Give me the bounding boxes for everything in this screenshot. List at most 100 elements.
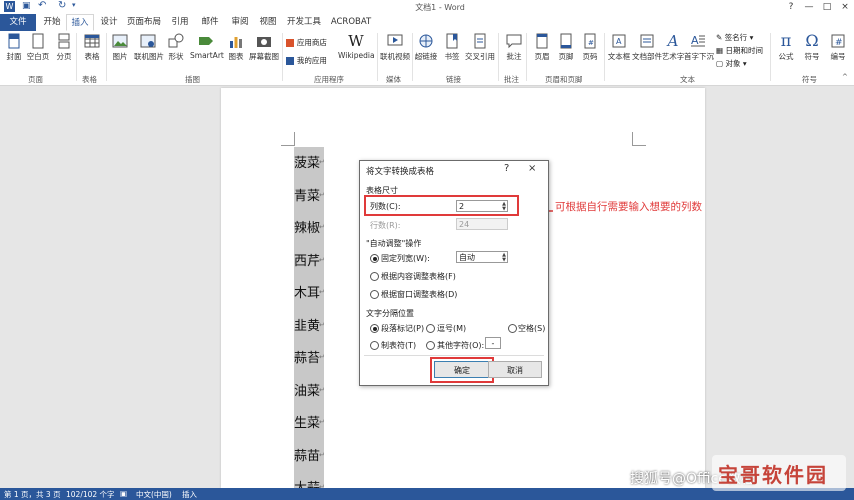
equation-button[interactable]: π 公式: [772, 31, 800, 62]
store-button[interactable]: 应用商店: [286, 37, 327, 48]
cancel-button[interactable]: 取消: [488, 361, 542, 378]
textbox-icon: A: [612, 34, 626, 48]
sep-comma-radio[interactable]: [426, 324, 435, 333]
wikipedia-button[interactable]: W Wikipedia: [338, 31, 375, 60]
close-window-button[interactable]: ×: [838, 1, 852, 13]
spin-down-icon[interactable]: ▼: [502, 207, 506, 212]
sep-paragraph-radio[interactable]: [370, 324, 379, 333]
word-count[interactable]: 102/102 个字: [66, 489, 115, 500]
table-button[interactable]: 表格: [78, 31, 106, 62]
proofing-icon[interactable]: ▣: [120, 489, 127, 498]
shapes-button[interactable]: 形状: [162, 31, 190, 62]
ok-button[interactable]: 确定: [434, 361, 490, 378]
collapse-ribbon-icon[interactable]: ^: [842, 73, 848, 81]
sep-other-input[interactable]: -: [485, 337, 501, 349]
redo-icon[interactable]: ↻: [58, 0, 66, 11]
fixed-width-label: 固定列宽(W):: [381, 254, 430, 263]
tab-mailings[interactable]: 邮件: [196, 14, 224, 31]
number-button[interactable]: # 编号: [824, 31, 852, 62]
sep-comma-label: 逗号(M): [437, 324, 467, 333]
paragraph-mark-icon: ↵: [319, 255, 325, 264]
drop-cap-label: 首字下沉: [684, 52, 714, 61]
group-label-links: 链接: [446, 75, 461, 84]
wordart-button[interactable]: A 艺术字: [660, 31, 686, 62]
textbox-button[interactable]: A 文本框: [604, 31, 634, 62]
language[interactable]: 中文(中国): [136, 489, 172, 500]
page-count[interactable]: 第 1 页，共 3 页: [4, 489, 61, 500]
comment-button[interactable]: 批注: [500, 31, 528, 62]
tab-design[interactable]: 设计: [96, 14, 122, 31]
rows-value: 24: [459, 220, 470, 229]
chart-button[interactable]: 图表: [222, 31, 250, 62]
equation-icon: π: [780, 31, 792, 50]
tab-file[interactable]: 文件: [0, 14, 36, 31]
page-break-label: 分页: [56, 52, 72, 61]
tab-insert[interactable]: 插入: [66, 14, 94, 31]
tab-references[interactable]: 引用: [166, 14, 194, 31]
paragraph-mark-icon: ↵: [319, 320, 325, 329]
group-label-tables: 表格: [82, 75, 97, 84]
group-label-illustrations: 插图: [185, 75, 200, 84]
object-label: 对象: [725, 59, 741, 68]
table-icon: [84, 34, 100, 48]
page-number-icon: #: [584, 33, 596, 49]
drop-cap-button[interactable]: A 首字下沉: [684, 31, 714, 62]
cross-reference-button[interactable]: 交叉引用: [464, 31, 496, 62]
tab-layout[interactable]: 页面布局: [124, 14, 164, 31]
dialog-help-button[interactable]: ?: [504, 163, 509, 174]
autofit-window-radio[interactable]: [370, 290, 379, 299]
sep-tab-radio[interactable]: [370, 341, 379, 350]
signature-line-button[interactable]: ✎ 签名行 ▾: [716, 32, 753, 43]
smartart-button[interactable]: SmartArt: [190, 31, 224, 60]
screenshot-button[interactable]: 屏幕截图: [248, 31, 280, 62]
undo-icon[interactable]: ↶: [38, 0, 46, 11]
blank-page-button[interactable]: 空白页: [24, 31, 52, 62]
my-apps-button[interactable]: 我的应用: [286, 55, 327, 66]
online-picture-button[interactable]: 联机图片: [134, 31, 164, 62]
qat-dropdown-icon[interactable]: ▾: [72, 1, 76, 9]
fixed-width-radio[interactable]: [370, 254, 379, 263]
paragraph-mark-icon: ↵: [319, 418, 325, 426]
picture-button[interactable]: 图片: [106, 31, 134, 62]
date-time-button[interactable]: ▦ 日期和时间: [716, 45, 763, 56]
page-break-button[interactable]: 分页: [50, 31, 78, 62]
group-label-pages: 页面: [28, 75, 43, 84]
help-button[interactable]: ?: [784, 1, 798, 13]
tab-acrobat[interactable]: ACROBAT: [328, 14, 374, 31]
insert-mode[interactable]: 插入: [182, 489, 197, 500]
svg-text:A: A: [616, 37, 622, 46]
header-icon: [536, 33, 548, 49]
paragraph-mark-icon: ↵: [319, 190, 325, 199]
quick-parts-button[interactable]: 文档部件: [632, 31, 662, 62]
spin-down-icon[interactable]: ▼: [502, 258, 506, 263]
page-number-button[interactable]: # 页码: [576, 31, 604, 62]
sep-space-radio[interactable]: [508, 324, 517, 333]
sep-other-radio[interactable]: [426, 341, 435, 350]
tab-home[interactable]: 开始: [38, 14, 66, 31]
save-icon[interactable]: ▣: [22, 1, 31, 11]
online-video-button[interactable]: 联机视频: [378, 31, 412, 62]
fixed-width-spinner[interactable]: 自动 ▲ ▼: [456, 251, 508, 263]
tab-view[interactable]: 视图: [254, 14, 282, 31]
comment-label: 批注: [506, 52, 522, 61]
site-watermark-badge: 宝哥软件园: [712, 455, 846, 491]
maximize-button[interactable]: □: [820, 1, 834, 13]
hyperlink-button[interactable]: 超链接: [412, 31, 440, 62]
tab-developer[interactable]: 开发工具: [284, 14, 324, 31]
store-label: 应用商店: [296, 38, 327, 47]
number-icon: #: [831, 34, 845, 48]
sep-space-label: 空格(S): [518, 324, 546, 333]
rows-spinner: 24: [456, 218, 508, 230]
wikipedia-icon: W: [348, 32, 364, 50]
columns-spinner[interactable]: 2 ▲ ▼: [456, 200, 508, 212]
dialog-close-button[interactable]: ×: [528, 163, 536, 174]
autofit-contents-radio[interactable]: [370, 272, 379, 281]
group-label-apps: 应用程序: [314, 75, 344, 84]
tab-review[interactable]: 审阅: [226, 14, 254, 31]
object-button[interactable]: ▢ 对象 ▾: [716, 58, 747, 69]
minimize-button[interactable]: —: [802, 1, 816, 13]
bookmark-button[interactable]: 书签: [438, 31, 466, 62]
symbol-button[interactable]: Ω 符号: [798, 31, 826, 62]
page-number-label: 页码: [582, 52, 598, 61]
signature-line-icon: ✎: [716, 33, 723, 42]
